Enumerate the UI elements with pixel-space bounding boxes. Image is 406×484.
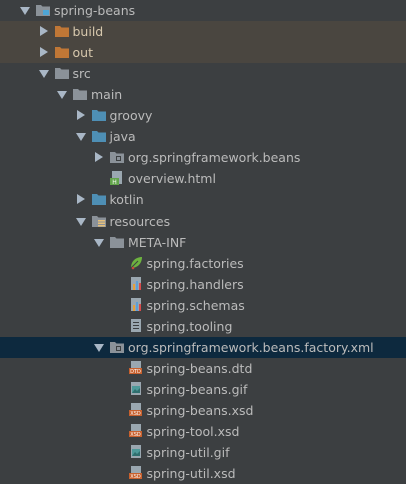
tree-item-label: spring-tool.xsd xyxy=(146,424,240,439)
xsd-file-icon: XSD xyxy=(128,424,143,438)
folder-icon xyxy=(110,236,124,248)
tree-item-label: spring.tooling xyxy=(146,318,233,334)
excluded-folder-icon xyxy=(54,46,69,59)
tree-item-label: groovy xyxy=(109,108,153,124)
tree-item-label: java xyxy=(109,129,136,145)
tree-item-label: org.springframework.beans.factory.xml xyxy=(128,339,374,355)
module-folder-icon xyxy=(36,4,50,16)
tree-item-label: spring-util.gif xyxy=(146,445,230,461)
tree-row[interactable]: META-INF xyxy=(0,232,406,253)
source-folder-icon xyxy=(91,130,106,143)
tree-item-label: org.springframework.beans xyxy=(128,150,301,166)
tree-item-label: main xyxy=(91,87,123,103)
tree-row[interactable]: main xyxy=(0,84,406,105)
chevron-right-icon[interactable] xyxy=(76,194,85,205)
tree-row[interactable]: org.springframework.beans xyxy=(0,147,406,168)
chevron-right-icon[interactable] xyxy=(39,47,48,58)
tree-row[interactable]: spring.factories xyxy=(0,253,406,274)
tree-item-label: overview.html xyxy=(128,171,216,187)
tree-item-label: META-INF xyxy=(128,234,187,250)
tree-item-label: spring.handlers xyxy=(146,276,244,292)
chevron-right-icon[interactable] xyxy=(39,26,48,37)
svg-text:DTD: DTD xyxy=(130,369,141,375)
tree-row[interactable]: DTD spring-beans.dtd xyxy=(0,358,406,379)
tree-row[interactable]: org.springframework.beans.factory.xml xyxy=(0,336,406,358)
tree-row[interactable]: spring-beans.gif xyxy=(0,379,406,400)
tree-item-label: spring-beans.xsd xyxy=(146,402,254,418)
tree-row[interactable]: spring.handlers xyxy=(0,274,406,295)
tree-item-label: spring-beans.dtd xyxy=(146,360,253,376)
xsd-file-icon: XSD xyxy=(128,466,143,480)
tree-row[interactable]: kotlin xyxy=(0,189,406,210)
excluded-folder-icon xyxy=(54,25,69,38)
tree-item-label: build xyxy=(72,24,104,40)
chevron-down-icon[interactable] xyxy=(38,70,49,79)
tree-row[interactable]: java xyxy=(0,126,406,147)
folder-icon xyxy=(54,67,69,80)
chevron-right-icon[interactable] xyxy=(76,110,85,121)
chevron-down-icon[interactable] xyxy=(94,343,104,352)
svg-text:XSD: XSD xyxy=(130,432,141,438)
image-file-icon xyxy=(129,381,143,395)
dtd-file-icon: DTD xyxy=(128,360,143,375)
package-icon xyxy=(110,341,124,353)
chevron-down-icon[interactable] xyxy=(75,133,86,142)
tree-row[interactable]: groovy xyxy=(0,105,406,126)
text-file-icon xyxy=(129,318,143,332)
tree-item-label: spring-util.xsd xyxy=(146,466,236,482)
tree-row[interactable]: build xyxy=(0,21,406,43)
tree-item-label: spring-beans xyxy=(54,3,136,18)
source-folder-icon xyxy=(91,193,106,206)
source-folder-icon xyxy=(91,109,106,122)
tree-item-label: spring.schemas xyxy=(146,297,245,313)
tree-row[interactable]: out xyxy=(0,42,406,64)
tree-row[interactable]: resources xyxy=(0,211,406,232)
tree-row[interactable]: XSD spring-beans.xsd xyxy=(0,400,406,421)
chevron-down-icon[interactable] xyxy=(94,238,104,247)
tree-row[interactable]: spring.schemas xyxy=(0,295,406,316)
properties-file-icon xyxy=(129,297,143,311)
chevron-right-icon[interactable] xyxy=(95,152,103,163)
tree-item-label: spring.factories xyxy=(146,255,244,271)
chevron-down-icon[interactable] xyxy=(75,217,86,226)
tree-row[interactable]: XSD spring-util.xsd xyxy=(0,463,406,484)
tree-row[interactable]: src xyxy=(0,63,406,84)
project-tree: spring-beans build out src main groovy java org… xyxy=(0,0,406,483)
svg-text:XSD: XSD xyxy=(130,411,141,417)
tree-item-label: out xyxy=(72,45,93,61)
html-file-icon: H xyxy=(110,171,124,186)
tree-item-label: kotlin xyxy=(109,192,144,208)
tree-row[interactable]: Hoverview.html xyxy=(0,168,406,189)
svg-text:H: H xyxy=(112,179,117,185)
tree-item-label: src xyxy=(72,66,91,82)
chevron-down-icon[interactable] xyxy=(57,91,67,100)
spring-leaf-icon xyxy=(129,256,143,269)
chevron-down-icon[interactable] xyxy=(20,7,30,15)
svg-text:XSD: XSD xyxy=(130,474,141,480)
package-icon xyxy=(110,151,124,164)
image-file-icon xyxy=(129,445,143,459)
tree-row[interactable]: XSD spring-tool.xsd xyxy=(0,421,406,442)
folder-icon xyxy=(73,88,87,101)
resources-folder-icon xyxy=(91,215,106,227)
tree-item-label: spring-beans.gif xyxy=(146,381,248,397)
tree-row[interactable]: spring-beans xyxy=(0,0,406,21)
tree-row[interactable]: spring-util.gif xyxy=(0,442,406,463)
properties-file-icon xyxy=(129,276,143,290)
xsd-file-icon: XSD xyxy=(128,402,143,417)
tree-row[interactable]: spring.tooling xyxy=(0,316,406,337)
tree-item-label: resources xyxy=(109,213,171,229)
